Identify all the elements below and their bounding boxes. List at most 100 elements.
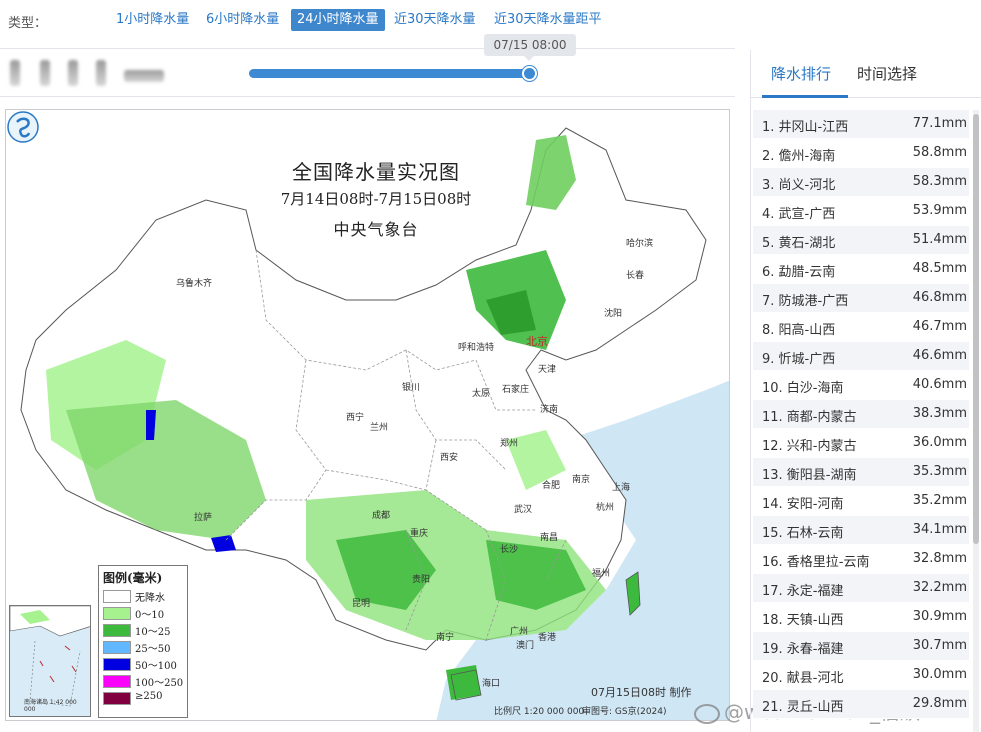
precip-value: 36.0mm [912, 435, 967, 450]
slider-handle[interactable] [522, 66, 537, 81]
station-name: 10. 白沙-海南 [762, 381, 844, 396]
city-hefei: 合肥 [542, 481, 561, 491]
city-fuzhou: 福州 [592, 569, 611, 579]
station-name: 5. 黄石-湖北 [762, 236, 836, 251]
station-name: 8. 阳高-山西 [762, 323, 836, 338]
ranking-row[interactable]: 15. 石林-云南 34.1mm [753, 516, 969, 545]
city-hangzhou: 杭州 [596, 503, 615, 513]
ranking-row[interactable]: 1. 井冈山-江西 77.1mm [753, 110, 969, 139]
tab-1h[interactable]: 1小时降水量 [110, 9, 195, 31]
city-lanzhou: 兰州 [370, 423, 389, 433]
south-sea-inset: 南海诸岛 1:42 000 000 [9, 605, 91, 717]
map-org: 中央气象台 [333, 220, 419, 239]
tab-time-select[interactable]: 时间选择 [857, 63, 917, 84]
scrollbar[interactable] [973, 110, 979, 732]
station-name: 19. 永春-福建 [762, 642, 844, 657]
city-taiyuan: 太原 [472, 389, 491, 399]
legend-item: ≥250 [99, 690, 187, 707]
ranking-row[interactable]: 8. 阳高-山西 46.7mm [753, 313, 969, 342]
precip-value: 32.8mm [912, 551, 967, 566]
city-chengdu: 成都 [372, 511, 391, 521]
ranking-row[interactable]: 12. 兴和-内蒙古 36.0mm [753, 429, 969, 458]
ranking-row[interactable]: 19. 永春-福建 30.7mm [753, 632, 969, 661]
precip-value: 35.2mm [912, 493, 967, 508]
ranking-row[interactable]: 5. 黄石-湖北 51.4mm [753, 226, 969, 255]
precip-value: 40.6mm [912, 377, 967, 392]
scroll-thumb[interactable] [973, 114, 979, 544]
station-name: 1. 井冈山-江西 [762, 120, 849, 135]
precipitation-map: 全国降水量实况图 7月14日08时-7月15日08时 中央气象台 乌鲁木齐 哈尔… [5, 109, 730, 721]
station-name: 6. 勐腊-云南 [762, 265, 836, 280]
precip-value: 46.8mm [912, 290, 967, 305]
precip-value: 32.2mm [912, 580, 967, 595]
precip-value: 53.9mm [912, 203, 967, 218]
legend-label: 0～10 [135, 610, 165, 621]
precip-value: 34.1mm [912, 522, 967, 537]
precip-value: 58.8mm [912, 145, 967, 160]
precipitation-page: 类型： 1小时降水量 6小时降水量 24小时降水量 近30天降水量 近30天降水… [0, 0, 981, 732]
ranking-row[interactable]: 2. 儋州-海南 58.8mm [753, 139, 969, 168]
ranking-row[interactable]: 18. 天镇-山西 30.9mm [753, 603, 969, 632]
ranking-row[interactable]: 3. 尚义-河北 58.3mm [753, 168, 969, 197]
tab-30d-anomaly[interactable]: 近30天降水量距平 [488, 9, 608, 31]
tab-precip-ranking[interactable]: 降水排行 [771, 63, 831, 84]
station-name: 17. 永定-福建 [762, 584, 844, 599]
city-nanning: 南宁 [436, 633, 455, 643]
inset-label: 南海诸岛 1:42 000 000 [24, 699, 77, 713]
precip-value: 77.1mm [912, 116, 967, 131]
time-slider[interactable] [249, 66, 537, 81]
tab-6h[interactable]: 6小时降水量 [200, 9, 285, 31]
station-name: 9. 忻城-广西 [762, 352, 836, 367]
station-name: 3. 尚义-河北 [762, 178, 836, 193]
ranking-row[interactable]: 7. 防城港-广西 46.8mm [753, 284, 969, 313]
precip-value: 46.7mm [912, 319, 967, 334]
divider [0, 48, 735, 49]
station-name: 11. 商都-内蒙古 [762, 410, 857, 425]
city-haikou: 海口 [482, 679, 501, 689]
station-name: 18. 天镇-山西 [762, 613, 844, 628]
tab-30d[interactable]: 近30天降水量 [388, 9, 482, 31]
city-haerbin: 哈尔滨 [626, 239, 654, 249]
city-guangzhou: 广州 [510, 627, 529, 637]
legend-label: 50～100 [135, 661, 177, 672]
tab-24h[interactable]: 24小时降水量 [291, 9, 385, 31]
ranking-row[interactable]: 21. 灵丘-山西 29.8mm [753, 690, 969, 719]
review-number: 审图号: GS京(2024) [582, 707, 667, 717]
station-name: 21. 灵丘-山西 [762, 700, 844, 715]
station-name: 2. 儋州-海南 [762, 149, 836, 164]
slider-fill [249, 69, 530, 78]
precip-value: 38.3mm [912, 406, 967, 421]
ranking-row[interactable]: 4. 武宣-广西 53.9mm [753, 197, 969, 226]
ranking-row[interactable]: 9. 忻城-广西 46.6mm [753, 342, 969, 371]
city-wuhan: 武汉 [514, 505, 533, 515]
map-title: 全国降水量实况图 [292, 160, 460, 184]
map-scale: 比例尺 1:20 000 000 [494, 707, 585, 717]
legend-item: 100～250 [99, 673, 187, 690]
legend-swatch [103, 641, 131, 654]
ranking-row[interactable]: 6. 勐腊-云南 48.5mm [753, 255, 969, 284]
city-chongqing: 重庆 [410, 529, 429, 539]
ranking-row[interactable]: 16. 香格里拉-云南 32.8mm [753, 545, 969, 574]
city-guiyang: 贵阳 [412, 575, 431, 585]
ranking-row[interactable]: 17. 永定-福建 32.2mm [753, 574, 969, 603]
legend-item: 无降水 [99, 588, 187, 605]
ranking-row[interactable]: 20. 献县-河北 30.0mm [753, 661, 969, 690]
time-tooltip: 07/15 08:00 [484, 34, 576, 61]
type-label: 类型： [8, 16, 48, 31]
precip-value: 46.6mm [912, 348, 967, 363]
active-tab-underline [762, 95, 848, 98]
ranking-row[interactable]: 11. 商都-内蒙古 38.3mm [753, 400, 969, 429]
ranking-row[interactable]: 10. 白沙-海南 40.6mm [753, 371, 969, 400]
ranking-row[interactable]: 14. 安阳-河南 35.2mm [753, 487, 969, 516]
legend-swatch [103, 658, 131, 671]
station-name: 13. 衡阳县-湖南 [762, 468, 857, 483]
station-name: 15. 石林-云南 [762, 526, 844, 541]
made-time: 07月15日08时 制作 [591, 686, 692, 699]
legend-swatch [103, 675, 131, 688]
ranking-row[interactable]: 13. 衡阳县-湖南 35.3mm [753, 458, 969, 487]
legend-label: 10～25 [135, 627, 171, 638]
precip-value: 48.5mm [912, 261, 967, 276]
legend-item: 25～50 [99, 639, 187, 656]
play-controls-blurred[interactable] [10, 60, 170, 86]
station-name: 7. 防城港-广西 [762, 294, 849, 309]
